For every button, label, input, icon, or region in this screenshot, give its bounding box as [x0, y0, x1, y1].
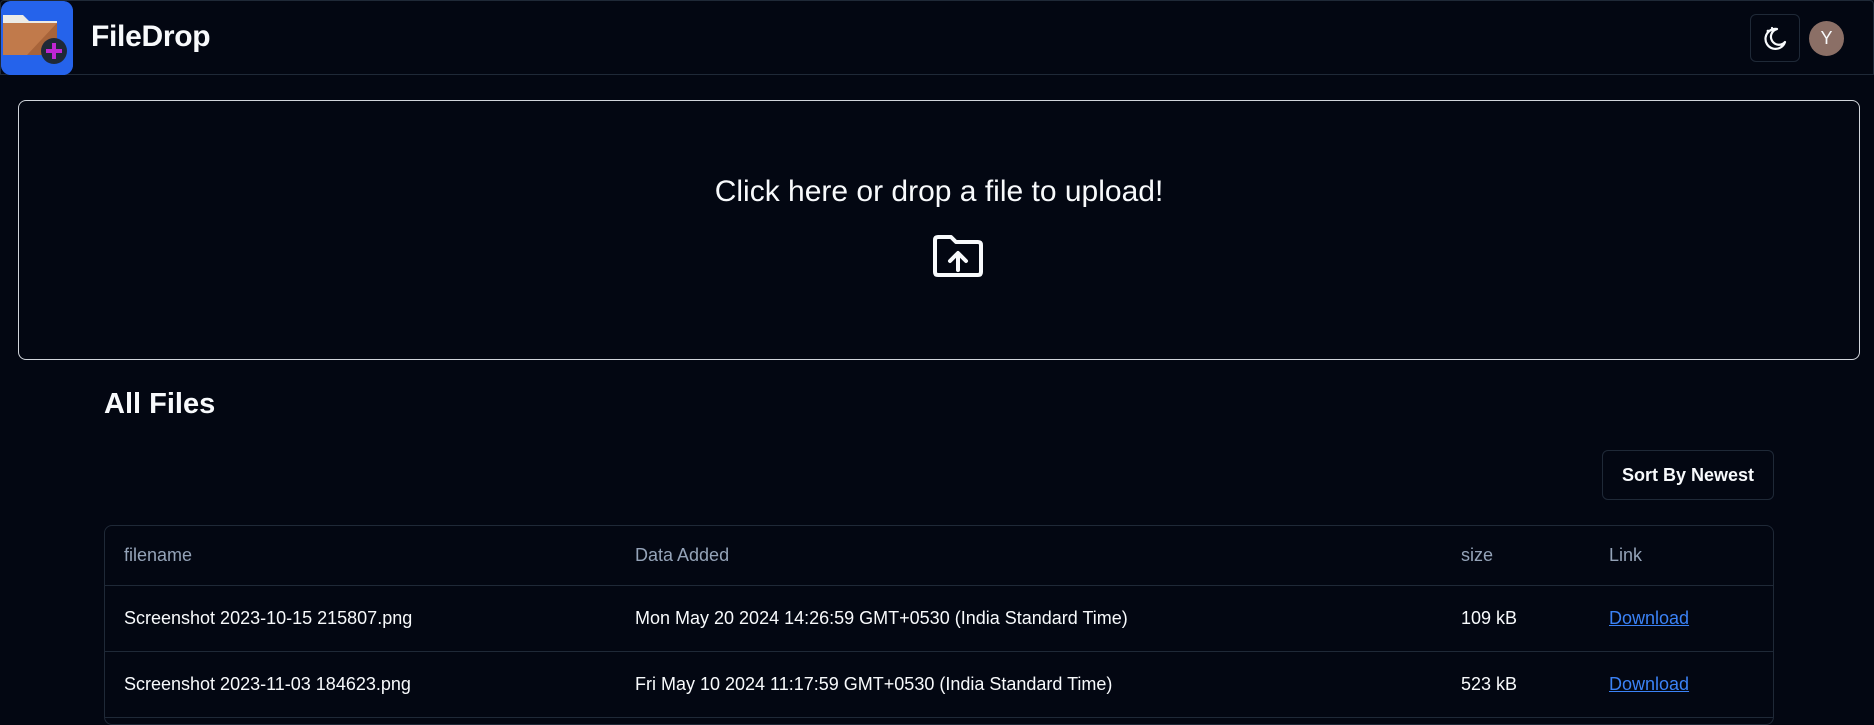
table-row: Screenshot 2023-11-03 184623.png Fri May… [105, 652, 1773, 718]
column-header-date-added: Data Added [635, 545, 730, 565]
file-size-cell: 109 kB [1461, 608, 1518, 628]
folder-upload-icon [933, 235, 983, 277]
folder-plus-icon[interactable] [1, 1, 73, 75]
column-header-size: size [1461, 545, 1494, 565]
sort-button[interactable]: Sort By Newest [1602, 450, 1774, 500]
file-size-cell: 523 kB [1461, 674, 1518, 694]
download-link-cell: Download [1609, 586, 1689, 651]
upload-dropzone[interactable]: Click here or drop a file to upload! [18, 100, 1860, 360]
download-link-cell: Download [1609, 652, 1689, 717]
table-header-row: filename Data Added size Link [105, 526, 1773, 586]
download-link[interactable]: Download [1609, 608, 1689, 629]
download-link[interactable]: Download [1609, 674, 1689, 695]
all-files-heading: All Files [104, 388, 216, 420]
files-table: filename Data Added size Link Screenshot… [104, 525, 1774, 725]
date-added-cell: Fri May 10 2024 11:17:59 GMT+0530 (India… [635, 674, 1113, 694]
file-name-cell: Screenshot 2023-10-15 215807.png [124, 608, 413, 628]
column-header-filename: filename [124, 545, 193, 565]
theme-toggle-button[interactable] [1750, 14, 1800, 62]
upload-prompt: Click here or drop a file to upload! [714, 175, 1164, 208]
file-name-cell: Screenshot 2023-11-03 184623.png [124, 674, 411, 694]
user-avatar[interactable]: Y [1809, 21, 1844, 56]
date-added-cell: Mon May 20 2024 14:26:59 GMT+0530 (India… [635, 608, 1128, 628]
app-title: FileDrop [91, 20, 211, 53]
column-header-link: Link [1609, 545, 1643, 565]
table-row: Screenshot 2023-10-15 215807.png Mon May… [105, 586, 1773, 652]
app-header: FileDrop Y [0, 0, 1874, 75]
moon-stars-icon [1764, 26, 1787, 50]
